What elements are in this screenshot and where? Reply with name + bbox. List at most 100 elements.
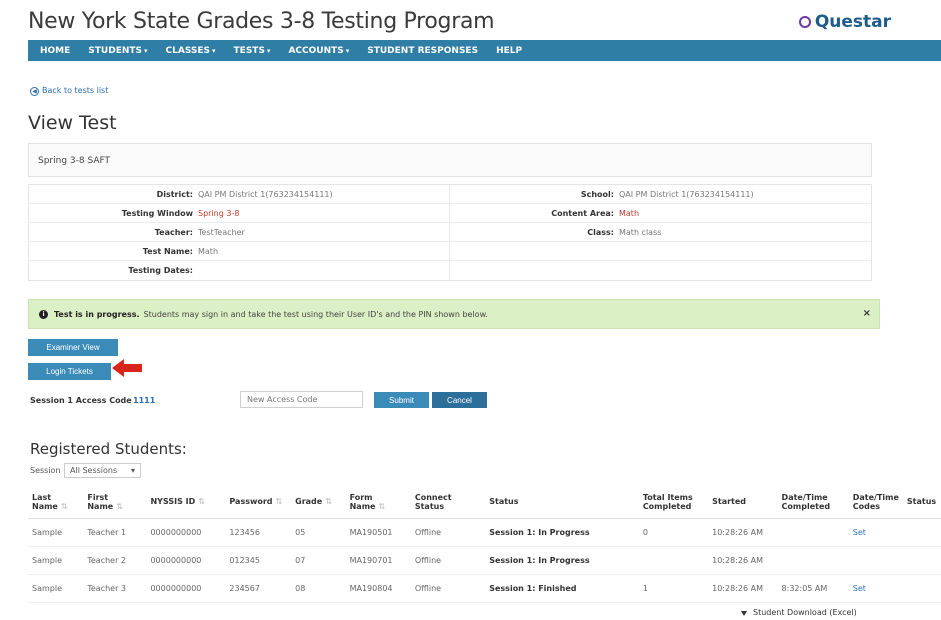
district-value: QAI PM District 1(763234154111) <box>198 189 333 199</box>
access-code-value: 1111 <box>133 396 156 405</box>
table-row: Sample Teacher 1 0000000000 123456 05 MA… <box>28 518 941 547</box>
chevron-down-icon: ▾ <box>345 46 350 55</box>
cell-first-name: Teacher 2 <box>83 546 147 575</box>
col-form-name[interactable]: Form Name ⇅ <box>345 486 411 519</box>
teacher-label: Teacher: <box>154 227 193 237</box>
sort-icon: ⇅ <box>378 501 386 511</box>
red-arrow-icon <box>112 359 142 377</box>
cell-nyssis-id: 0000000000 <box>146 574 226 603</box>
col-started[interactable]: Started <box>708 486 778 519</box>
download-icon <box>741 611 747 616</box>
cell-started: 10:28:26 AM <box>708 574 778 603</box>
test-name-label: Test Name: <box>142 246 193 256</box>
col-connect-status[interactable]: Connect Status <box>410 486 486 519</box>
cell-last-name: Sample <box>28 518 84 547</box>
nav-classes[interactable]: CLASSES ▾ <box>166 46 216 56</box>
testing-window-value: Spring 3-8 <box>198 208 240 218</box>
registered-students-title: Registered Students: <box>30 440 187 458</box>
cell-password: 123456 <box>225 518 292 547</box>
col-header-label: First Name <box>87 492 114 511</box>
info-cell: School: QAI PM District 1(763234154111) <box>450 185 871 203</box>
cell-form-name: MA190701 <box>345 546 411 575</box>
login-tickets-button[interactable]: Login Tickets <box>28 363 111 380</box>
set-code-link[interactable]: Set <box>848 518 903 547</box>
info-cell: Testing Dates: <box>29 261 450 280</box>
col-header-label: Form Name <box>349 492 376 511</box>
cell-started: 10:28:26 AM <box>708 518 778 547</box>
col-items-completed[interactable]: Total Items Completed <box>638 486 709 519</box>
nav-students[interactable]: STUDENTS ▾ <box>88 46 147 56</box>
brand-logo: Questar <box>798 12 891 32</box>
cell-status: Session 1: In Progress <box>485 518 639 547</box>
info-cell: Test Name: Math <box>29 242 450 260</box>
col-grade[interactable]: Grade ⇅ <box>291 486 346 519</box>
nav-student-responses-label: STUDENT RESPONSES <box>367 45 479 56</box>
nav-home[interactable]: HOME <box>40 46 70 56</box>
chevron-down-icon: ▾ <box>144 46 148 55</box>
cell-items-completed: 0 <box>638 518 709 547</box>
new-access-code-input[interactable] <box>240 391 363 408</box>
cell-completed <box>777 546 849 575</box>
student-download-link[interactable]: Student Download (Excel) <box>741 608 857 617</box>
cell-password: 012345 <box>225 546 292 575</box>
col-status[interactable]: Status <box>485 486 639 519</box>
col-header-label: NYSSIS ID <box>150 497 196 507</box>
school-value: QAI PM District 1(763234154111) <box>619 189 754 199</box>
students-table: Last Name ⇅ First Name ⇅ NYSSIS ID ⇅ Passwo… <box>28 486 941 603</box>
class-value: Math class <box>619 227 662 237</box>
cell-nyssis-id: 0000000000 <box>146 546 226 575</box>
info-cell: Class: Math class <box>450 223 871 241</box>
col-last-name[interactable]: Last Name ⇅ <box>28 486 84 519</box>
back-to-tests-link[interactable]: ◀ Back to tests list <box>30 86 108 96</box>
student-download-label: Student Download (Excel) <box>753 608 857 617</box>
chevron-down-icon: ▾ <box>266 46 271 55</box>
info-cell <box>450 242 871 260</box>
info-row: Testing Window Spring 3-8 Content Area: … <box>29 204 871 223</box>
set-code-link[interactable] <box>848 546 903 575</box>
col-first-name[interactable]: First Name ⇅ <box>83 486 147 519</box>
sort-icon: ⇅ <box>60 501 68 511</box>
access-code-label: Session 1 Access Code <box>30 396 132 405</box>
session-filter-select[interactable]: All Sessions ▾ <box>64 463 141 478</box>
info-cell: Teacher: TestTeacher <box>29 223 450 241</box>
cell-password: 234567 <box>225 574 292 603</box>
cell-started: 10:28:26 AM <box>708 546 778 575</box>
cell-grade: 05 <box>291 518 346 547</box>
nav-accounts-label: ACCOUNTS <box>288 45 344 56</box>
close-icon[interactable]: × <box>863 308 871 319</box>
submit-button[interactable]: Submit <box>374 392 429 408</box>
nav-help-label: HELP <box>496 45 523 56</box>
back-link-label: Back to tests list <box>42 86 109 95</box>
examiner-view-button[interactable]: Examiner View <box>28 339 118 356</box>
col-completed[interactable]: Date/Time Completed <box>777 486 849 519</box>
nav-accounts[interactable]: ACCOUNTS ▾ <box>288 46 349 56</box>
cell-form-name: MA190501 <box>345 518 411 547</box>
set-code-link[interactable]: Set <box>848 574 903 603</box>
col-header-label: Status <box>489 497 519 507</box>
back-arrow-icon: ◀ <box>30 87 39 96</box>
nav-students-label: STUDENTS <box>88 45 142 56</box>
test-info-table: District: QAI PM District 1(763234154111… <box>28 184 872 281</box>
testing-dates-label: Testing Dates: <box>128 266 193 275</box>
cancel-button[interactable]: Cancel <box>432 392 487 408</box>
app-header: New York State Grades 3-8 Testing Progra… <box>0 0 941 40</box>
cell-first-name: Teacher 3 <box>83 574 147 603</box>
col-password[interactable]: Password ⇅ <box>225 486 292 519</box>
col-header-label: Connect Status <box>414 492 452 511</box>
col-status-end[interactable]: Status <box>902 486 941 519</box>
col-header-label: Last Name <box>32 492 58 511</box>
info-row: Test Name: Math <box>29 242 871 261</box>
col-codes[interactable]: Date/Time Codes <box>848 486 903 519</box>
district-label: District: <box>156 189 193 199</box>
cell-status-end <box>902 574 941 603</box>
session-filter-value: All Sessions <box>70 466 118 475</box>
nav-student-responses[interactable]: STUDENT RESPONSES <box>367 46 478 56</box>
brand-name: Questar <box>814 12 891 32</box>
nav-classes-label: CLASSES <box>165 45 211 56</box>
nav-tests[interactable]: TESTS ▾ <box>234 46 271 56</box>
test-status-banner: i Test is in progress. Students may sign… <box>28 299 880 329</box>
table-header-row: Last Name ⇅ First Name ⇅ NYSSIS ID ⇅ Passwo… <box>28 486 941 519</box>
banner-status: Test is in progress. <box>54 309 140 319</box>
nav-help[interactable]: HELP <box>496 46 522 56</box>
col-nyssis-id[interactable]: NYSSIS ID ⇅ <box>146 486 226 519</box>
